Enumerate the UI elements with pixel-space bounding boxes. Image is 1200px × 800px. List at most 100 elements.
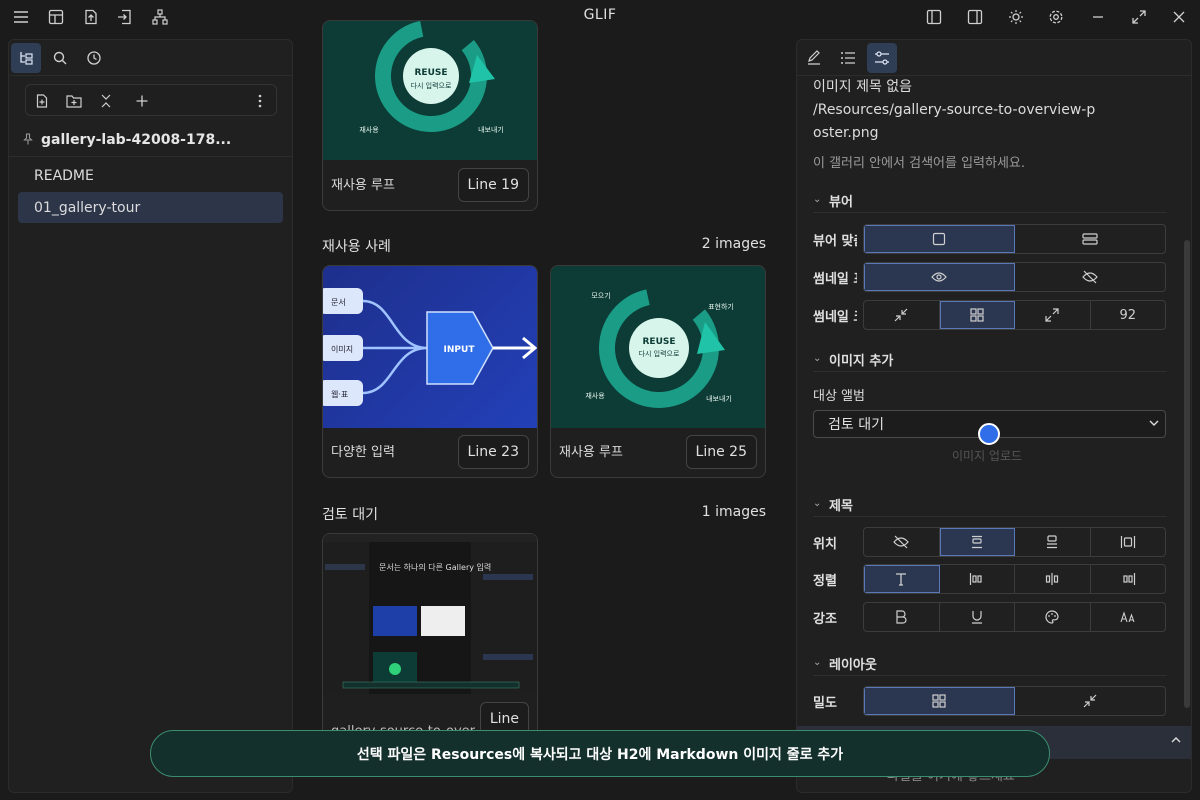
reuse-label: REUSE [414, 68, 447, 78]
text-style-icon[interactable] [864, 565, 940, 593]
reuse-loop-thumbnail: REUSE 다시 입력으로 재사용 내보내기 [323, 21, 537, 160]
input-doc-label: 문서 [331, 298, 346, 307]
new-folder-icon[interactable] [62, 89, 86, 113]
reuse-right-label: 내보내기 [478, 125, 504, 134]
align-toggle [863, 564, 1166, 594]
section-title: 레이아웃 [829, 658, 877, 673]
collapse-all-icon[interactable] [94, 89, 118, 113]
vault-header[interactable]: gallery-lab-42008-178... [23, 128, 281, 152]
bold-icon[interactable] [864, 603, 940, 631]
gallery-card[interactable]: REUSE 다시 입력으로 모으기 표현하기 재사용 내보내기 재사용 루프 L… [550, 265, 766, 478]
card-caption: 재사용 루프 [331, 178, 395, 193]
scrollbar[interactable] [1184, 240, 1190, 708]
brightness-icon[interactable] [1003, 4, 1029, 30]
expand-icon[interactable] [1015, 301, 1091, 329]
gallery-card[interactable]: 문서 이미지 웹·표 INPUT 다양한 입력 Line 23 [322, 265, 538, 478]
new-file-icon[interactable] [30, 89, 54, 113]
position-label: 위치 [813, 537, 837, 552]
maximize-icon[interactable] [1126, 4, 1152, 30]
gear-icon[interactable] [1043, 4, 1069, 30]
chevron-down-icon: ⌄ [813, 353, 822, 364]
align-left-icon[interactable] [940, 565, 1015, 593]
viewer-fit-label: 뷰어 맞춤 [813, 234, 857, 249]
fit-rows-icon[interactable] [1015, 225, 1165, 253]
reuse-right-label: 내보내기 [706, 394, 732, 403]
line-button[interactable]: Line 25 [685, 435, 757, 469]
input-label: INPUT [444, 345, 476, 355]
palette-icon[interactable] [1015, 603, 1091, 631]
title-bar: GLIF [0, 0, 1200, 34]
add-image-section[interactable]: ⌄ 이미지 추가 [813, 350, 1167, 372]
viewer-section[interactable]: ⌄ 뷰어 [813, 191, 1167, 213]
reuse-top-right-label: 표현하기 [708, 302, 734, 311]
divider [9, 156, 292, 157]
search-icon[interactable] [45, 43, 75, 73]
title-overlay-icon[interactable] [1091, 528, 1166, 556]
section-count: 1 images [701, 504, 766, 520]
right-panel-icon[interactable] [962, 4, 988, 30]
thumb-heading: 문서는 하나의 다른 Gallery 입력 [379, 562, 491, 572]
eye-icon[interactable] [864, 263, 1015, 291]
shrink-icon[interactable] [1015, 687, 1165, 715]
pin-icon [23, 132, 35, 148]
thumb-size-label: 썸네일 크기 [813, 310, 857, 325]
reuse-sub-label: 다시 입력으로 [411, 81, 452, 90]
input-thumbnail: 문서 이미지 웹·표 INPUT [323, 266, 537, 428]
align-center-icon[interactable] [1015, 565, 1091, 593]
sliders-icon[interactable] [867, 43, 897, 73]
right-panel: 이미지 제목 없음 /Resources/gallery-source-to-o… [796, 39, 1192, 793]
list-icon[interactable] [833, 43, 863, 73]
reuse-loop-thumbnail: REUSE 다시 입력으로 모으기 표현하기 재사용 내보내기 [551, 266, 765, 428]
file-tree-icon[interactable] [11, 43, 41, 73]
eye-off-icon[interactable] [1015, 263, 1165, 291]
gallery-card[interactable]: REUSE 다시 입력으로 재사용 내보내기 재사용 루프 Line 19 [322, 20, 538, 211]
card-caption: 재사용 루프 [559, 445, 623, 460]
shrink-icon[interactable] [864, 301, 940, 329]
minimize-icon[interactable] [1085, 4, 1111, 30]
section-title: 검토 대기 [322, 507, 378, 523]
underline-icon[interactable] [940, 603, 1015, 631]
title-top-icon[interactable] [939, 528, 1015, 556]
file-item-gallery-tour[interactable]: 01_gallery-tour [18, 192, 283, 223]
card-caption: 다양한 입력 [331, 445, 395, 460]
line-button[interactable]: Line 19 [457, 168, 529, 202]
thumb-visibility-toggle [863, 262, 1166, 292]
layout-section[interactable]: ⌄ 레이아웃 [813, 654, 1167, 676]
section-header: 재사용 사례 2 images [322, 236, 766, 256]
screenshot-thumbnail: 문서는 하나의 다른 Gallery 입력 [323, 534, 537, 694]
grid-icon[interactable] [864, 687, 1015, 715]
position-toggle [863, 527, 1166, 557]
align-label: 정렬 [813, 574, 837, 589]
file-toolbar [25, 84, 277, 116]
more-icon[interactable] [248, 89, 272, 113]
section-title: 뷰어 [829, 195, 853, 210]
title-section[interactable]: ⌄ 제목 [813, 495, 1167, 517]
close-icon[interactable] [1166, 4, 1192, 30]
emphasis-toggle [863, 602, 1166, 632]
chevron-up-icon[interactable] [1171, 732, 1181, 748]
upload-hint[interactable]: 이미지 업로드 [952, 447, 1022, 464]
align-right-icon[interactable] [1091, 565, 1166, 593]
reuse-left-label: 재사용 [359, 125, 379, 134]
edit-icon[interactable] [799, 43, 829, 73]
gallery-card[interactable]: 문서는 하나의 다른 Gallery 입력 gallery-source-to-… [322, 533, 538, 753]
line-button[interactable]: Line 23 [457, 435, 529, 469]
reuse-label: REUSE [642, 337, 675, 347]
image-title: 이미지 제목 없음 [813, 79, 913, 95]
left-sidebar: gallery-lab-42008-178... README 01_galle… [8, 39, 293, 793]
font-size-icon[interactable] [1091, 603, 1166, 631]
file-item-readme[interactable]: README [18, 160, 283, 191]
clock-icon[interactable] [79, 43, 109, 73]
hide-title-icon[interactable] [864, 528, 940, 556]
title-bottom-icon[interactable] [1015, 528, 1091, 556]
left-panel-icon[interactable] [921, 4, 947, 30]
toast-notification: 선택 파일은 Resources에 복사되고 대상 H2에 Markdown 이… [150, 730, 1050, 777]
thumb-size-value[interactable]: 92 [1091, 301, 1166, 329]
reuse-sub-label: 다시 입력으로 [639, 349, 680, 358]
search-hint: 이 갤러리 안에서 검색어를 입력하세요. [813, 156, 1026, 171]
target-album-label: 대상 앨범 [813, 389, 865, 404]
add-icon[interactable] [130, 89, 154, 113]
cursor-indicator [978, 423, 1000, 445]
fit-square-icon[interactable] [864, 225, 1015, 253]
grid-icon[interactable] [939, 301, 1015, 329]
